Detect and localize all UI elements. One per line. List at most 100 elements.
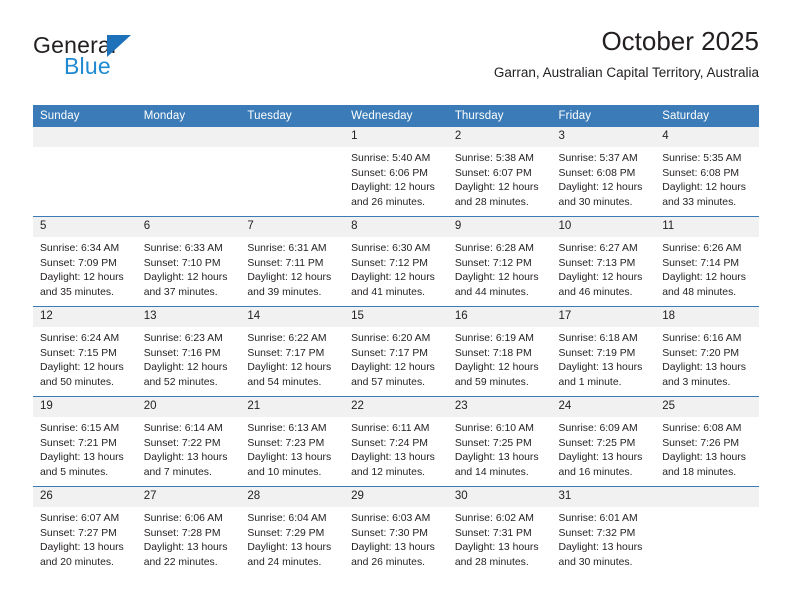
day-sun-info: Sunrise: 6:18 AM Sunset: 7:19 PM Daylight:… xyxy=(552,327,656,390)
day-12: 12 Sunrise: 6:24 AM Sunset: 7:15 PM Dayligh… xyxy=(33,307,137,396)
generalblue-logo: General Blue xyxy=(33,32,233,88)
sunset-text: Sunset: 7:20 PM xyxy=(662,347,740,359)
day-number: 10 xyxy=(551,217,656,237)
calendar-day-cell[interactable]: 20 Sunrise: 6:14 AM Sunset: 7:22 PM Dayligh… xyxy=(136,396,241,487)
sunrise-text: Sunrise: 6:03 AM xyxy=(351,513,431,524)
daylight-text-line1: Daylight: 13 hours xyxy=(40,542,124,554)
calendar-day-cell[interactable]: 25 Sunrise: 6:08 AM Sunset: 7:26 PM Dayligh… xyxy=(655,396,759,487)
daylight-text-line2: and 20 minutes. xyxy=(40,556,114,568)
sunset-text: Sunset: 6:06 PM xyxy=(351,167,428,179)
daylight-text-line2: and 26 minutes. xyxy=(351,196,426,208)
calendar-grid: Sunday Monday Tuesday Wednesday Thursday… xyxy=(33,105,759,576)
sunrise-text: Sunrise: 6:23 AM xyxy=(143,333,223,344)
calendar-day-cell[interactable]: 9 Sunrise: 6:28 AM Sunset: 7:12 PM Daylight… xyxy=(447,216,552,307)
calendar-day-cell[interactable]: 13 Sunrise: 6:23 AM Sunset: 7:16 PM Dayligh… xyxy=(136,306,241,397)
calendar-day-cell[interactable]: 17 Sunrise: 6:18 AM Sunset: 7:19 PM Dayligh… xyxy=(551,306,656,397)
calendar-day-cell[interactable]: 24 Sunrise: 6:09 AM Sunset: 7:25 PM Dayligh… xyxy=(551,396,656,487)
calendar-day-cell[interactable]: 1 Sunrise: 5:40 AM Sunset: 6:06 PM Daylight… xyxy=(344,127,448,217)
calendar-day-cell[interactable] xyxy=(33,127,137,217)
calendar-day-cell[interactable]: 14 Sunrise: 6:22 AM Sunset: 7:17 PM Dayligh… xyxy=(240,306,345,397)
calendar-day-cell[interactable]: 31 Sunrise: 6:01 AM Sunset: 7:32 PM Dayligh… xyxy=(551,486,656,576)
calendar-day-cell[interactable]: 26 Sunrise: 6:07 AM Sunset: 7:27 PM Dayligh… xyxy=(33,486,137,576)
day-number xyxy=(240,127,345,147)
day-4: 4 Sunrise: 5:35 AM Sunset: 6:08 PM Daylight… xyxy=(655,127,759,216)
daylight-text-line2: and 30 minutes. xyxy=(558,556,633,568)
calendar-day-cell[interactable]: 23 Sunrise: 6:10 AM Sunset: 7:25 PM Dayligh… xyxy=(447,396,552,487)
day-number: 28 xyxy=(240,487,345,507)
calendar-day-cell[interactable]: 4 Sunrise: 5:35 AM Sunset: 6:08 PM Daylight… xyxy=(655,127,759,217)
daylight-text-line2: and 14 minutes. xyxy=(454,466,529,478)
daylight-text-line2: and 54 minutes. xyxy=(247,376,322,388)
calendar-day-cell[interactable]: 12 Sunrise: 6:24 AM Sunset: 7:15 PM Dayligh… xyxy=(33,306,137,397)
sunset-text: Sunset: 7:25 PM xyxy=(454,437,532,449)
calendar-table: Sunday Monday Tuesday Wednesday Thursday… xyxy=(33,105,759,576)
calendar-day-cell[interactable]: 15 Sunrise: 6:20 AM Sunset: 7:17 PM Dayligh… xyxy=(344,306,448,397)
calendar-day-cell[interactable]: 11 Sunrise: 6:26 AM Sunset: 7:14 PM Dayligh… xyxy=(655,216,759,307)
daylight-text-line2: and 18 minutes. xyxy=(662,466,737,478)
daylight-text-line1: Daylight: 13 hours xyxy=(247,542,332,554)
sunrise-text: Sunrise: 6:10 AM xyxy=(454,423,534,434)
daylight-text-line1: Daylight: 12 hours xyxy=(351,362,435,374)
calendar-day-cell[interactable]: 18 Sunrise: 6:16 AM Sunset: 7:20 PM Dayligh… xyxy=(655,306,759,397)
weekday-header-wednesday: Wednesday xyxy=(344,105,448,127)
calendar-day-cell[interactable]: 28 Sunrise: 6:04 AM Sunset: 7:29 PM Dayligh… xyxy=(240,486,345,576)
day-sun-info: Sunrise: 6:02 AM Sunset: 7:31 PM Daylight:… xyxy=(448,507,552,570)
sunrise-text: Sunrise: 6:33 AM xyxy=(143,243,223,254)
sunset-text: Sunset: 7:15 PM xyxy=(40,347,117,359)
calendar-day-cell[interactable] xyxy=(136,127,241,217)
calendar-day-cell[interactable] xyxy=(240,127,345,217)
calendar-day-cell[interactable]: 30 Sunrise: 6:02 AM Sunset: 7:31 PM Dayligh… xyxy=(447,486,552,576)
day-number: 29 xyxy=(344,487,448,507)
calendar-day-cell[interactable]: 10 Sunrise: 6:27 AM Sunset: 7:13 PM Dayligh… xyxy=(551,216,656,307)
calendar-day-cell[interactable]: 16 Sunrise: 6:19 AM Sunset: 7:18 PM Dayligh… xyxy=(447,306,552,397)
calendar-day-cell[interactable]: 22 Sunrise: 6:11 AM Sunset: 7:24 PM Dayligh… xyxy=(344,396,448,487)
calendar-day-cell[interactable]: 29 Sunrise: 6:03 AM Sunset: 7:30 PM Dayligh… xyxy=(344,486,448,576)
day-20: 20 Sunrise: 6:14 AM Sunset: 7:22 PM Dayligh… xyxy=(136,397,241,486)
sunrise-text: Sunrise: 6:34 AM xyxy=(40,243,120,254)
day-number: 6 xyxy=(136,217,241,237)
sunset-text: Sunset: 7:31 PM xyxy=(454,527,532,539)
calendar-day-cell[interactable]: 6 Sunrise: 6:33 AM Sunset: 7:10 PM Daylight… xyxy=(136,216,241,307)
sunrise-text: Sunrise: 5:37 AM xyxy=(558,153,638,164)
day-sun-info: Sunrise: 6:06 AM Sunset: 7:28 PM Daylight:… xyxy=(137,507,241,570)
weekday-header-thursday: Thursday xyxy=(447,105,552,127)
calendar-day-cell[interactable]: 7 Sunrise: 6:31 AM Sunset: 7:11 PM Daylight… xyxy=(240,216,345,307)
calendar-day-cell[interactable]: 8 Sunrise: 6:30 AM Sunset: 7:12 PM Daylight… xyxy=(344,216,448,307)
day-sun-info: Sunrise: 6:03 AM Sunset: 7:30 PM Daylight:… xyxy=(344,507,448,570)
daylight-text-line1: Daylight: 13 hours xyxy=(558,452,643,464)
daylight-text-line1: Daylight: 12 hours xyxy=(662,182,746,194)
calendar-day-cell[interactable]: 19 Sunrise: 6:15 AM Sunset: 7:21 PM Dayligh… xyxy=(33,396,137,487)
sunrise-text: Sunrise: 6:19 AM xyxy=(454,333,534,344)
sunset-text: Sunset: 7:13 PM xyxy=(558,257,636,269)
calendar-day-cell[interactable]: 2 Sunrise: 5:38 AM Sunset: 6:07 PM Daylight… xyxy=(447,127,552,217)
weekday-header-friday: Friday xyxy=(551,105,656,127)
calendar-day-cell[interactable]: 5 Sunrise: 6:34 AM Sunset: 7:09 PM Daylight… xyxy=(33,216,137,307)
sunset-text: Sunset: 7:16 PM xyxy=(143,347,221,359)
daylight-text-line2: and 41 minutes. xyxy=(351,286,426,298)
calendar-day-cell[interactable]: 27 Sunrise: 6:06 AM Sunset: 7:28 PM Dayligh… xyxy=(136,486,241,576)
day-number xyxy=(136,127,241,147)
calendar-day-cell[interactable] xyxy=(655,486,759,576)
day-number: 16 xyxy=(447,307,552,327)
sunrise-text: Sunrise: 6:18 AM xyxy=(558,333,638,344)
day-sun-info: Sunrise: 5:38 AM Sunset: 6:07 PM Daylight:… xyxy=(448,147,552,210)
weekday-header-sunday: Sunday xyxy=(33,105,137,127)
day-number: 24 xyxy=(551,397,656,417)
day-17: 17 Sunrise: 6:18 AM Sunset: 7:19 PM Dayligh… xyxy=(551,307,656,396)
day-sun-info: Sunrise: 6:19 AM Sunset: 7:18 PM Daylight:… xyxy=(448,327,552,390)
sunrise-text: Sunrise: 6:31 AM xyxy=(247,243,327,254)
day-16: 16 Sunrise: 6:19 AM Sunset: 7:18 PM Dayligh… xyxy=(447,307,552,396)
calendar-day-cell[interactable]: 3 Sunrise: 5:37 AM Sunset: 6:08 PM Daylight… xyxy=(551,127,656,217)
calendar-body: 1 Sunrise: 5:40 AM Sunset: 6:06 PM Daylight… xyxy=(33,127,759,576)
daylight-text-line1: Daylight: 12 hours xyxy=(351,182,435,194)
day-sun-info: Sunrise: 6:15 AM Sunset: 7:21 PM Daylight:… xyxy=(33,417,137,480)
sunrise-text: Sunrise: 6:28 AM xyxy=(454,243,534,254)
daylight-text-line2: and 12 minutes. xyxy=(351,466,426,478)
daylight-text-line1: Daylight: 12 hours xyxy=(558,182,643,194)
day-sun-info: Sunrise: 6:20 AM Sunset: 7:17 PM Daylight:… xyxy=(344,327,448,390)
day-sun-info: Sunrise: 5:40 AM Sunset: 6:06 PM Daylight:… xyxy=(344,147,448,210)
day-sun-info: Sunrise: 6:16 AM Sunset: 7:20 PM Daylight:… xyxy=(655,327,759,390)
calendar-day-cell[interactable]: 21 Sunrise: 6:13 AM Sunset: 7:23 PM Dayligh… xyxy=(240,396,345,487)
day-sun-info: Sunrise: 6:04 AM Sunset: 7:29 PM Daylight:… xyxy=(240,507,344,570)
sunset-text: Sunset: 7:18 PM xyxy=(454,347,532,359)
